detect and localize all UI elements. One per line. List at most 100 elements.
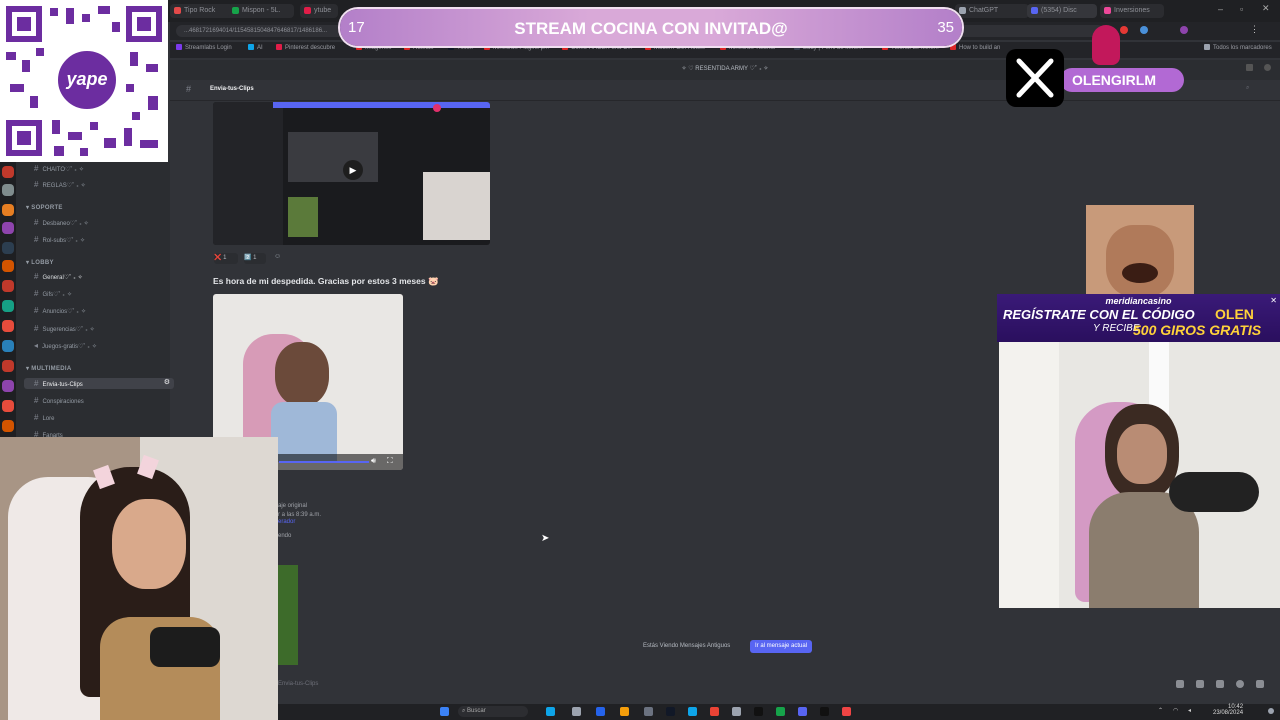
settings-icon[interactable]: ⚙ xyxy=(164,378,170,386)
server-icon[interactable] xyxy=(2,260,14,272)
browser-tab[interactable]: ChatGPT xyxy=(955,4,1029,18)
browser-tab[interactable]: Inversiones xyxy=(1100,4,1164,18)
help-icon[interactable] xyxy=(1264,64,1271,71)
server-icon[interactable] xyxy=(2,280,14,292)
obs-icon[interactable] xyxy=(820,707,829,716)
yape-logo: yape xyxy=(55,48,119,112)
server-icon[interactable] xyxy=(2,320,14,332)
casino-code: OLEN xyxy=(1215,306,1254,322)
reaction-pill[interactable]: ❌ 1 xyxy=(214,253,238,264)
channel-item[interactable]: # Lore xyxy=(34,413,54,422)
channel-item-active[interactable]: # Envia-tus-Clips ⚙ xyxy=(24,378,174,389)
menu-dots-icon[interactable]: ⋮ xyxy=(1250,24,1259,35)
category-header[interactable]: ▾ LOBBY xyxy=(26,259,54,266)
bookmark-item[interactable]: Pinterest descubre xyxy=(276,44,335,51)
maximize-icon[interactable]: ▫ xyxy=(1240,4,1243,14)
file-explorer-icon[interactable] xyxy=(620,707,629,716)
channel-item[interactable]: ◂ Juegos-gratis♡˚ ₊ ✧ xyxy=(34,341,97,350)
volume-icon[interactable]: 🔊︎ xyxy=(371,456,376,466)
clock[interactable]: 10:42 23/08/2024 xyxy=(1213,704,1243,716)
emoji-icon[interactable] xyxy=(1236,680,1244,688)
bookmark-all-folder[interactable]: Todos los marcadores xyxy=(1204,44,1272,51)
message-input-placeholder[interactable]: Envia-tus-Clips xyxy=(278,681,318,687)
inbox-icon[interactable] xyxy=(1246,64,1253,71)
channel-item[interactable]: # Gifs♡˚ ₊ ✧ xyxy=(34,289,72,298)
channel-item[interactable]: # General♡˚ ₊ ✧ xyxy=(34,272,83,281)
casino-headline: REGÍSTRATE CON EL CÓDIGO xyxy=(1003,307,1195,322)
server-icon[interactable] xyxy=(2,360,14,372)
tray-chevron-icon[interactable]: ⌃ xyxy=(1158,707,1163,714)
excel-icon[interactable] xyxy=(776,707,785,716)
server-icon[interactable] xyxy=(2,380,14,392)
bookmark-item[interactable]: How to build an xyxy=(950,44,1000,51)
channel-item[interactable]: # CHAITO♡˚ ₊ ✧ xyxy=(34,164,84,173)
channel-item[interactable]: # Desbaneo♡˚ ₊ ✧ xyxy=(34,218,89,227)
fullscreen-icon[interactable]: ⛶ xyxy=(387,456,393,466)
gift-icon[interactable] xyxy=(1176,680,1184,688)
server-icon[interactable] xyxy=(2,300,14,312)
extension-icon[interactable] xyxy=(1120,26,1128,34)
banner-title: STREAM COCINA CON INVITAD@ xyxy=(514,19,788,38)
message-image-attachment[interactable]: ▶ xyxy=(213,102,490,245)
server-icon[interactable] xyxy=(2,400,14,412)
steam-icon[interactable] xyxy=(688,707,697,716)
close-window-icon[interactable]: ✕ xyxy=(1262,3,1270,14)
reaction-pill[interactable]: 2️⃣ 1 xyxy=(244,253,266,264)
hash-icon: # xyxy=(34,396,39,405)
server-icon[interactable] xyxy=(2,166,14,178)
server-icon[interactable] xyxy=(2,420,14,432)
extension-icon[interactable] xyxy=(1180,26,1188,34)
discord-icon[interactable] xyxy=(798,707,807,716)
app-icon[interactable] xyxy=(732,707,741,716)
notifications-icon[interactable] xyxy=(1268,708,1274,714)
search-icon[interactable]: ⌕ xyxy=(1246,85,1249,92)
taskbar-search[interactable]: ⌕ Buscar xyxy=(458,706,528,717)
browser-tab[interactable]: Mispon - 5L. xyxy=(228,4,294,18)
app-icon[interactable] xyxy=(666,707,675,716)
chrome-icon[interactable] xyxy=(710,707,719,716)
widgets-icon[interactable] xyxy=(546,707,555,716)
task-view-icon[interactable] xyxy=(572,707,581,716)
extension-icon[interactable] xyxy=(1140,26,1148,34)
category-header[interactable]: ▾ MULTIMEDIA xyxy=(26,365,72,372)
attachment-preview-topbar xyxy=(273,102,490,108)
attachment-preview-webcam xyxy=(423,172,490,240)
jump-to-present-button[interactable]: Ir al mensaje actual xyxy=(750,640,813,653)
browser-tab[interactable]: ytube xyxy=(300,4,338,18)
volume-icon[interactable]: ◂ xyxy=(1188,707,1191,714)
server-icon[interactable] xyxy=(2,184,14,196)
stream-title-banner: 17 STREAM COCINA CON INVITAD@ 35 xyxy=(340,9,962,46)
server-icon[interactable] xyxy=(2,222,14,234)
partial-image-attachment[interactable] xyxy=(278,565,298,665)
server-icon[interactable] xyxy=(2,340,14,352)
bookmark-item[interactable]: Streamlabs Login xyxy=(176,44,232,51)
video-person-shape xyxy=(275,342,329,406)
app-icon[interactable] xyxy=(754,707,763,716)
server-icon[interactable] xyxy=(2,204,14,216)
wifi-icon[interactable]: ◠ xyxy=(1173,707,1178,714)
video-progress-bar[interactable] xyxy=(279,461,369,463)
meme-face-shape xyxy=(1106,225,1174,297)
channel-item[interactable]: # Sugerencias♡˚ ₊ ✧ xyxy=(34,324,95,333)
hash-icon: # xyxy=(34,289,39,298)
edge-icon[interactable] xyxy=(596,707,605,716)
hash-icon: # xyxy=(34,164,39,173)
app-icon[interactable] xyxy=(842,707,851,716)
folder-icon xyxy=(1204,44,1210,50)
gif-icon[interactable] xyxy=(1196,680,1204,688)
server-icon[interactable] xyxy=(2,242,14,254)
app-icon[interactable] xyxy=(644,707,653,716)
apps-icon[interactable] xyxy=(1256,680,1264,688)
channel-item[interactable]: # Anuncios♡˚ ₊ ✧ xyxy=(34,306,86,315)
add-reaction-icon[interactable]: ☺ xyxy=(274,253,281,260)
browser-tab[interactable]: Tipo Rock xyxy=(170,4,236,18)
sticker-icon[interactable] xyxy=(1216,680,1224,688)
minimize-icon[interactable]: – xyxy=(1218,4,1223,14)
channel-item[interactable]: # Rol-subs♡˚ ₊ ✧ xyxy=(34,235,85,244)
channel-item[interactable]: # Conspiraciones xyxy=(34,396,84,405)
browser-tab-active[interactable]: (5354) Disc xyxy=(1027,4,1097,18)
bookmark-item[interactable]: AI xyxy=(248,44,263,51)
windows-start-icon[interactable] xyxy=(440,707,449,716)
category-header[interactable]: ▾ SOPORTE xyxy=(26,204,63,211)
channel-item[interactable]: # REGLAS♡˚ ₊ ✧ xyxy=(34,180,86,189)
